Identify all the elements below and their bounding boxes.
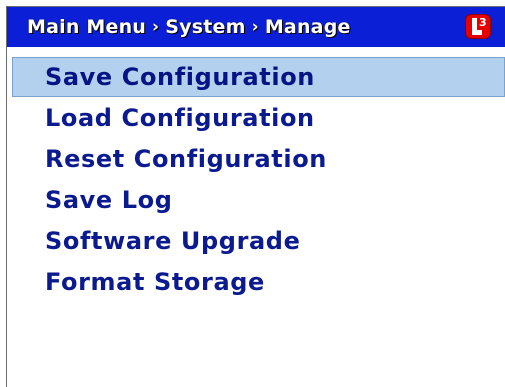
breadcrumb-system[interactable]: System <box>165 16 245 38</box>
manage-menu: Save Configuration Load Configuration Re… <box>7 57 505 302</box>
menu-item-label: Format Storage <box>45 267 265 296</box>
menu-item-load-configuration[interactable]: Load Configuration <box>7 97 505 138</box>
l3-logo-icon: 3 <box>465 14 491 39</box>
logo-l-foot <box>472 30 482 35</box>
breadcrumb-manage: Manage <box>264 16 351 38</box>
breadcrumb: Main Menu › System › Manage <box>27 15 351 39</box>
menu-item-label: Save Log <box>45 185 173 214</box>
breadcrumb-separator: › <box>152 17 160 37</box>
menu-item-label: Reset Configuration <box>45 144 327 173</box>
menu-item-label: Software Upgrade <box>45 226 301 255</box>
breadcrumb-separator: › <box>251 17 259 37</box>
menu-item-software-upgrade[interactable]: Software Upgrade <box>7 220 505 261</box>
screen-frame: Main Menu › System › Manage 3 Save Confi… <box>6 6 505 387</box>
menu-item-save-configuration[interactable]: Save Configuration <box>12 57 505 97</box>
menu-item-label: Save Configuration <box>45 63 315 91</box>
breadcrumb-main-menu[interactable]: Main Menu <box>27 16 146 38</box>
menu-item-label: Load Configuration <box>45 103 315 132</box>
menu-item-save-log[interactable]: Save Log <box>7 179 505 220</box>
logo-digit: 3 <box>479 16 487 29</box>
title-bar: Main Menu › System › Manage 3 <box>7 7 505 47</box>
menu-item-reset-configuration[interactable]: Reset Configuration <box>7 138 505 179</box>
menu-item-format-storage[interactable]: Format Storage <box>7 261 505 302</box>
